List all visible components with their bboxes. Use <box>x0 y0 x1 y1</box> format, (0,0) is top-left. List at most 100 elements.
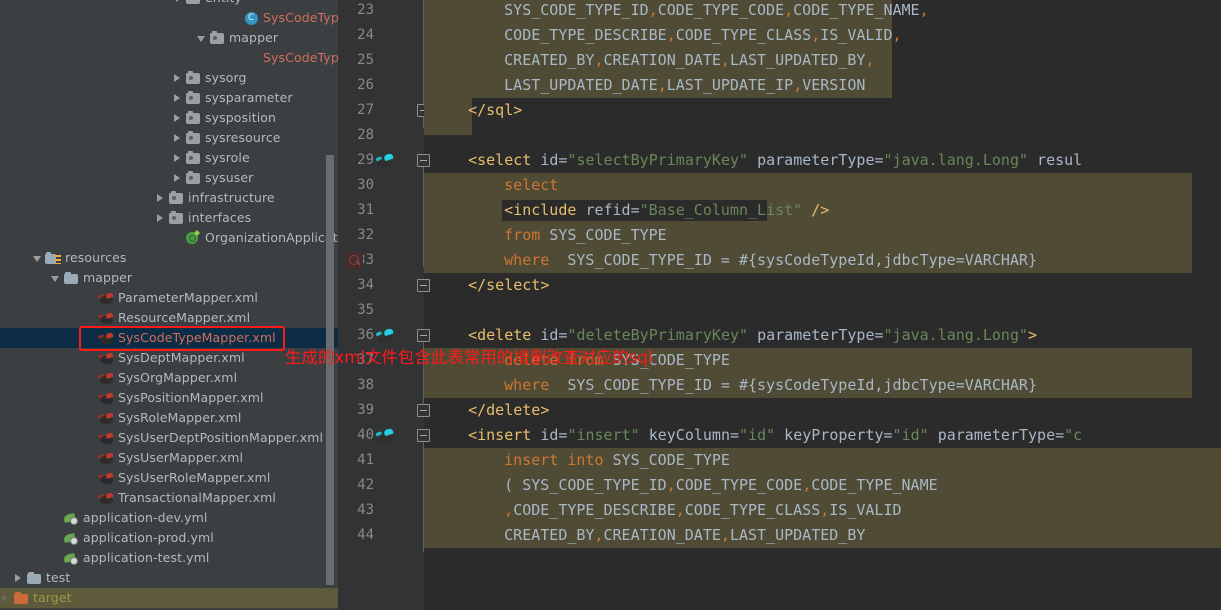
code-line[interactable]: ( SYS_CODE_TYPE_ID,CODE_TYPE_CODE,CODE_T… <box>432 473 1221 498</box>
tree-item-mapper-java[interactable]: mapper <box>0 28 338 48</box>
package-folder-icon <box>185 90 201 106</box>
package-folder-icon <box>185 130 201 146</box>
inspection-marker-icon[interactable] <box>346 252 363 269</box>
code-line[interactable] <box>432 298 1221 323</box>
code-line[interactable]: insert into SYS_CODE_TYPE <box>432 448 1221 473</box>
tree-item-sysrole[interactable]: sysrole <box>0 148 338 168</box>
code-line[interactable]: </delete> <box>432 398 1221 423</box>
code-line[interactable]: CODE_TYPE_DESCRIBE,CODE_TYPE_CLASS,IS_VA… <box>432 23 1221 48</box>
tree-item-ResourceMapper[interactable]: ResourceMapper.xml <box>0 308 338 328</box>
fold-collapse-button[interactable] <box>417 154 430 167</box>
code-token: CODE_TYPE_NAME <box>793 1 920 19</box>
tree-item-SysPositionMapper[interactable]: SysPositionMapper.xml <box>0 388 338 408</box>
fold-collapse-button[interactable] <box>417 429 430 442</box>
chevron-right-icon[interactable] <box>172 173 183 184</box>
tree-item-SysUserMapper[interactable]: SysUserMapper.xml <box>0 448 338 468</box>
code-line[interactable] <box>432 123 1221 148</box>
code-line-text: CODE_TYPE_DESCRIBE,CODE_TYPE_CLASS,IS_VA… <box>432 26 901 44</box>
tree-item-SysRoleMapper[interactable]: SysRoleMapper.xml <box>0 408 338 428</box>
gutter-row: 43 <box>338 498 424 523</box>
tree-item-sysparameter[interactable]: sysparameter <box>0 88 338 108</box>
tree-scrollbar-track[interactable] <box>326 0 336 610</box>
chevron-right-icon[interactable] <box>172 133 183 144</box>
tree-item-entity[interactable]: entity <box>0 0 338 8</box>
code-line[interactable]: CREATED_BY,CREATION_DATE,LAST_UPDATED_BY <box>432 523 1221 548</box>
code-editor[interactable]: 23 24 25 26 27 28 29 30 31 32 33 34 35 36 37 38 39 40 41 42… <box>338 0 1221 610</box>
tree-item-SysOrgMapper[interactable]: SysOrgMapper.xml <box>0 368 338 388</box>
chevron-right-icon[interactable] <box>155 213 166 224</box>
code-token: id= <box>540 151 568 169</box>
editor-code-area[interactable]: SYS_CODE_TYPE_ID,CODE_TYPE_CODE,CODE_TYP… <box>424 0 1221 610</box>
chevron-down-icon[interactable] <box>172 0 183 4</box>
code-line[interactable]: </select> <box>432 273 1221 298</box>
tree-item-infrastructure[interactable]: infrastructure <box>0 188 338 208</box>
tree-item-test[interactable]: test <box>0 568 338 588</box>
mybatis-navigate-icon[interactable] <box>375 427 394 444</box>
tree-item-label: sysresource <box>205 130 281 145</box>
tree-item-sysresource[interactable]: sysresource <box>0 128 338 148</box>
tree-item-target[interactable]: target <box>0 588 338 608</box>
tree-item-label: mapper <box>229 30 279 45</box>
code-line[interactable]: where SYS_CODE_TYPE_ID = #{sysCodeTypeId… <box>432 248 1221 273</box>
tree-item-mapper-res[interactable]: mapper <box>0 268 338 288</box>
chevron-right-icon[interactable] <box>172 153 183 164</box>
tree-item-resources[interactable]: resources <box>0 248 338 268</box>
chevron-right-icon[interactable] <box>172 73 183 84</box>
tree-item-sysorg[interactable]: sysorg <box>0 68 338 88</box>
chevron-down-icon[interactable] <box>196 33 207 44</box>
tree-item-application-test[interactable]: application-test.yml <box>0 548 338 568</box>
excluded-folder-icon <box>13 590 29 606</box>
tree-item-sysposition[interactable]: sysposition <box>0 108 338 128</box>
code-line[interactable]: <insert id="insert" keyColumn="id" keyPr… <box>432 423 1221 448</box>
fold-collapse-button[interactable] <box>417 404 430 417</box>
mybatis-navigate-icon[interactable] <box>375 152 394 169</box>
code-line[interactable]: <select id="selectByPrimaryKey" paramete… <box>432 148 1221 173</box>
folder-icon <box>63 270 79 286</box>
code-token: VERSION <box>802 76 866 94</box>
tree-scrollbar-thumb[interactable] <box>326 155 334 585</box>
chevron-right-icon[interactable] <box>155 193 166 204</box>
project-tool-window[interactable]: entityC SysCodeType mapper SysCodeTypeMa sys… <box>0 0 338 610</box>
code-line[interactable]: from SYS_CODE_TYPE <box>432 223 1221 248</box>
tree-item-TransactionalMapper[interactable]: TransactionalMapper.xml <box>0 488 338 508</box>
chevron-right-icon[interactable] <box>13 573 24 584</box>
tree-item-application-dev[interactable]: application-dev.yml <box>0 508 338 528</box>
tree-item-SysCodeTypeMapper[interactable]: SysCodeTypeMa <box>0 48 338 68</box>
tree-item-label: SysUserMapper.xml <box>118 450 244 465</box>
gutter-row: 24 <box>338 23 424 48</box>
code-token: , <box>594 526 604 544</box>
code-line[interactable]: ,CODE_TYPE_DESCRIBE,CODE_TYPE_CLASS,IS_V… <box>432 498 1221 523</box>
code-line[interactable]: select <box>432 173 1221 198</box>
tree-item-interfaces[interactable]: interfaces <box>0 208 338 228</box>
code-line[interactable]: LAST_UPDATED_DATE,LAST_UPDATE_IP,VERSION <box>432 73 1221 98</box>
code-line[interactable]: CREATED_BY,CREATION_DATE,LAST_UPDATED_BY… <box>432 48 1221 73</box>
mybatis-navigate-icon[interactable] <box>375 327 394 344</box>
code-line[interactable]: </sql> <box>432 98 1221 123</box>
tree-item-application-prod[interactable]: application-prod.yml <box>0 528 338 548</box>
chevron-right-icon[interactable] <box>172 113 183 124</box>
code-token: > <box>1028 326 1038 344</box>
fold-collapse-button[interactable] <box>417 279 430 292</box>
folder-icon <box>26 570 42 586</box>
code-line[interactable]: SYS_CODE_TYPE_ID,CODE_TYPE_CODE,CODE_TYP… <box>432 0 1221 23</box>
chevron-right-icon[interactable] <box>172 93 183 104</box>
chevron-down-icon[interactable] <box>50 273 61 284</box>
tree-item-SysUserDeptPositionMapper[interactable]: SysUserDeptPositionMapper.xml <box>0 428 338 448</box>
chevron-down-icon[interactable] <box>32 253 43 264</box>
tree-item-sysuser[interactable]: sysuser <box>0 168 338 188</box>
chevron-right-icon[interactable] <box>0 593 11 604</box>
line-number: 44 <box>357 527 374 543</box>
code-token: , <box>666 476 676 494</box>
line-number: 27 <box>357 102 374 118</box>
tree-item-SysUserRoleMapper[interactable]: SysUserRoleMapper.xml <box>0 468 338 488</box>
tree-item-OrganizationApplication[interactable]: OrganizationApplication <box>0 228 338 248</box>
tree-item-ParameterMapper[interactable]: ParameterMapper.xml <box>0 288 338 308</box>
fold-collapse-button[interactable] <box>417 329 430 342</box>
code-line[interactable]: where SYS_CODE_TYPE_ID = #{sysCodeTypeId… <box>432 373 1221 398</box>
tree-item-SysCodeType[interactable]: C SysCodeType <box>0 8 338 28</box>
code-token: id= <box>540 426 568 444</box>
editor-gutter[interactable]: 23 24 25 26 27 28 29 30 31 32 33 34 35 36 37 38 39 40 41 42… <box>338 0 424 610</box>
